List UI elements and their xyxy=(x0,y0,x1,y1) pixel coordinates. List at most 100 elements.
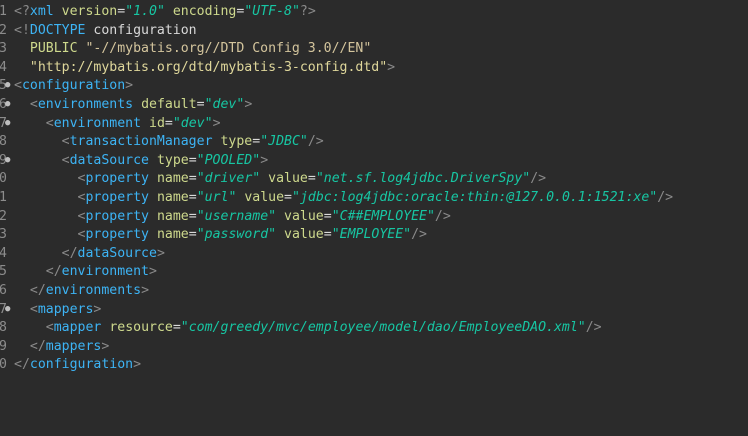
line-number: 2 xyxy=(0,208,7,224)
token-val: "jdbc:log4jdbc:oracle:thin:@127.0.0.1:15… xyxy=(292,190,658,205)
code-line[interactable]: 2 <property name="username" value="C##EM… xyxy=(0,208,748,227)
token-val: "com/greedy/mvc/employee/model/dao/Emplo… xyxy=(180,320,586,336)
code-line[interactable]: 1 <?xml version="1.0" encoding="UTF-8"?> xyxy=(0,3,748,22)
token-eq: = xyxy=(188,171,197,187)
code-line[interactable]: 0 <property name="driver" value="net.sf.… xyxy=(0,170,748,189)
code-line[interactable]: 1 <property name="url" value="jdbc:log4j… xyxy=(0,189,748,208)
token-kw xyxy=(14,283,30,298)
code-line[interactable]: 3 <property name="password" value="EMPLO… xyxy=(0,226,748,245)
line-number: 0 xyxy=(0,171,7,187)
token-val: "1.0" xyxy=(125,4,165,19)
code-line[interactable]: 6 </environments> xyxy=(0,282,748,301)
line-number: 0 xyxy=(0,357,7,373)
code-text: <property name="url" value="jdbc:log4jdb… xyxy=(14,189,674,208)
token-tag: mapper xyxy=(53,320,102,336)
code-line[interactable]: 4 "http://mybatis.org/dtd/mybatis-3-conf… xyxy=(0,59,748,78)
line-number: 8 xyxy=(0,134,7,150)
code-line[interactable]: 5 ● <configuration> xyxy=(0,77,748,96)
code-line[interactable]: 8 <transactionManager type="JDBC"/> xyxy=(0,133,748,152)
token-eq: = xyxy=(307,171,316,187)
code-line[interactable]: 9 ● <dataSource type="POOLED"> xyxy=(0,152,748,171)
token-attr: name xyxy=(156,171,189,187)
token-br: <! xyxy=(14,22,30,38)
line-number: 8 xyxy=(0,320,7,336)
code-editor[interactable]: 1 <?xml version="1.0" encoding="UTF-8"?> 2… xyxy=(0,0,748,436)
token-kw xyxy=(14,60,30,75)
token-tag: environments xyxy=(45,283,142,298)
token-kw xyxy=(14,190,78,205)
token-val: "url" xyxy=(196,190,237,205)
token-tag: dataSource xyxy=(69,152,149,168)
fold-marker-icon[interactable]: ● xyxy=(5,76,10,95)
token-doct: configuration xyxy=(85,22,197,38)
token-kw xyxy=(14,209,78,224)
token-br: /> xyxy=(585,320,602,336)
token-kw xyxy=(14,339,30,354)
token-attr: value xyxy=(268,171,308,187)
token-br: < xyxy=(29,97,38,112)
code-line[interactable]: 5 </environment> xyxy=(0,263,748,282)
code-text: <!DOCTYPE configuration xyxy=(14,22,197,41)
code-line[interactable]: 4 </dataSource> xyxy=(0,245,748,264)
token-br: /> xyxy=(657,190,674,205)
token-val: "JDBC" xyxy=(260,134,308,150)
token-val: "UTF-8" xyxy=(244,4,300,19)
fold-marker-icon[interactable]: ● xyxy=(5,114,10,133)
token-eq: = xyxy=(323,227,332,243)
fold-marker-icon[interactable]: ● xyxy=(5,95,10,114)
token-br: > xyxy=(141,283,150,298)
token-eq: = xyxy=(284,190,292,205)
code-text: <environment id="dev"> xyxy=(14,115,221,134)
token-val: "password" xyxy=(196,227,277,243)
token-br: /> xyxy=(530,171,547,187)
token-attr: default xyxy=(141,97,197,112)
token-attr: value xyxy=(284,227,324,243)
line-number: 1 xyxy=(0,190,7,205)
code-text: </environments> xyxy=(14,282,149,301)
token-tag: mappers xyxy=(37,301,94,317)
token-kw xyxy=(141,116,149,131)
code-text: <?xml version="1.0" encoding="UTF-8"?> xyxy=(14,3,316,22)
code-line[interactable]: 3 PUBLIC "-//mybatis.org//DTD Config 3.0… xyxy=(0,40,748,59)
token-eq: = xyxy=(117,4,126,19)
token-tag: environment xyxy=(53,115,142,131)
token-eq: = xyxy=(196,97,205,112)
token-val: "username" xyxy=(196,208,277,224)
token-eq: = xyxy=(188,208,197,224)
token-attr: type xyxy=(220,134,253,150)
token-eq: = xyxy=(164,115,173,131)
token-kw xyxy=(260,171,268,186)
line-number: 5 xyxy=(0,264,7,280)
code-line[interactable]: 7 ● <mappers> xyxy=(0,301,748,320)
token-tag: property xyxy=(85,171,150,187)
token-eq: = xyxy=(252,134,261,150)
code-line[interactable]: 0 </configuration> xyxy=(0,356,748,375)
token-br: </ xyxy=(14,357,30,373)
token-eq: = xyxy=(188,190,197,205)
token-br: < xyxy=(61,152,70,168)
line-number: 4 xyxy=(0,59,7,75)
token-br: < xyxy=(45,320,54,336)
token-attr: resource xyxy=(109,320,173,336)
code-text: <mappers> xyxy=(14,301,101,320)
code-line[interactable]: 7 ● <environment id="dev"> xyxy=(0,115,748,134)
token-val: "dev" xyxy=(204,97,245,112)
code-text: <property name="password" value="EMPLOYE… xyxy=(14,226,427,245)
code-text: </environment> xyxy=(14,263,157,282)
fold-marker-icon[interactable]: ● xyxy=(5,300,10,319)
token-attr: id xyxy=(149,115,165,131)
code-line[interactable]: 9 </mappers> xyxy=(0,338,748,357)
token-tag: property xyxy=(85,208,150,224)
code-text: <configuration> xyxy=(14,77,133,96)
fold-marker-icon[interactable]: ● xyxy=(5,151,10,170)
token-tag: dataSource xyxy=(77,245,157,261)
token-val: "POOLED" xyxy=(196,152,261,168)
code-text: <property name="username" value="C##EMPL… xyxy=(14,208,451,227)
code-line[interactable]: 6 ● <environments default="dev"> xyxy=(0,96,748,115)
code-line[interactable]: 8 <mapper resource="com/greedy/mvc/emplo… xyxy=(0,319,748,338)
token-attr: value xyxy=(244,190,285,205)
code-text: <transactionManager type="JDBC"/> xyxy=(14,133,324,152)
code-line[interactable]: 2 <!DOCTYPE configuration xyxy=(0,22,748,41)
token-br: > xyxy=(156,245,165,261)
token-val: "C##EMPLOYEE" xyxy=(331,208,435,224)
